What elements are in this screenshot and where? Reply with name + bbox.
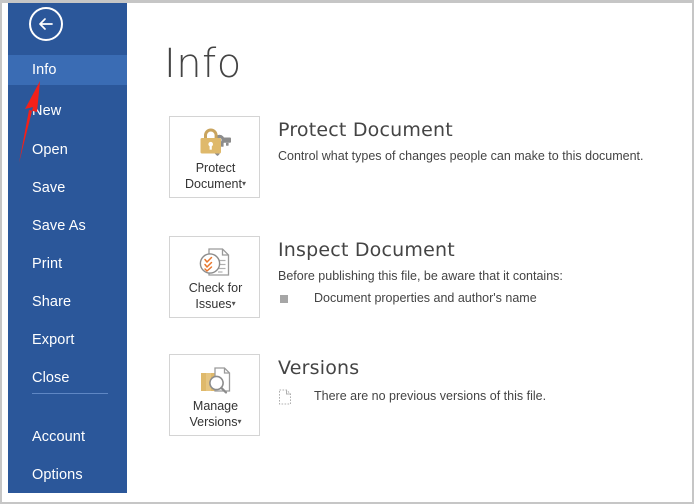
sidebar-item-open[interactable]: Open [8, 135, 127, 165]
document-stack-search-icon [170, 363, 261, 397]
versions-bullet-item: There are no previous versions of this f… [278, 388, 682, 405]
backstage-sidebar: Info New Open Save Save As Print Share E… [8, 3, 127, 493]
button-label-line2: Issues [195, 297, 232, 311]
padlock-key-icon [170, 125, 261, 159]
backstage-main-panel: Info Protect Document▾ Protect Document … [127, 3, 692, 502]
document-check-icon [170, 245, 261, 279]
sidebar-item-save[interactable]: Save [8, 173, 127, 203]
sidebar-item-label: Options [32, 467, 83, 483]
button-label-line2: Versions [189, 415, 238, 429]
section-heading: Inspect Document [278, 239, 455, 261]
backstage-window: Info New Open Save Save As Print Share E… [0, 0, 694, 504]
sidebar-item-options[interactable]: Options [8, 460, 127, 490]
protect-document-button-label: Protect Document▾ [170, 160, 261, 192]
sidebar-item-account[interactable]: Account [8, 422, 127, 452]
chevron-down-icon: ▾ [231, 299, 236, 308]
bullet-text: There are no previous versions of this f… [314, 389, 547, 403]
section-description: Control what types of changes people can… [278, 149, 644, 163]
sidebar-item-label: New [32, 103, 62, 119]
protect-document-button[interactable]: Protect Document▾ [169, 116, 260, 198]
button-label-line1: Check for [188, 281, 243, 295]
check-for-issues-button-label: Check for Issues▾ [170, 280, 261, 312]
manage-versions-button-label: Manage Versions▾ [170, 398, 261, 430]
button-label-line1: Protect [195, 161, 236, 175]
sidebar-item-save-as[interactable]: Save As [8, 211, 127, 241]
sidebar-item-close[interactable]: Close [8, 363, 127, 393]
chevron-down-icon: ▾ [237, 417, 242, 426]
document-glyph-icon [278, 389, 292, 405]
versions-text: Versions There are no previous versions … [278, 354, 682, 405]
back-button[interactable] [29, 7, 63, 41]
check-for-issues-button[interactable]: Check for Issues▾ [169, 236, 260, 318]
square-bullet-icon [280, 295, 288, 303]
section-heading: Protect Document [278, 119, 453, 141]
sidebar-item-label: Print [32, 256, 63, 272]
button-label-line1: Manage [192, 399, 239, 413]
sidebar-item-print[interactable]: Print [8, 249, 127, 279]
sidebar-item-label: Save As [32, 218, 86, 234]
sidebar-item-label: Info [32, 62, 57, 78]
sidebar-item-label: Share [32, 294, 72, 310]
button-label-line2: Document [185, 177, 242, 191]
inspect-document-text: Inspect Document Before publishing this … [278, 236, 682, 307]
sidebar-item-info[interactable]: Info [8, 55, 127, 85]
sidebar-item-share[interactable]: Share [8, 287, 127, 317]
back-arrow-icon [39, 18, 53, 30]
sidebar-divider [32, 393, 108, 394]
chevron-down-icon: ▾ [241, 179, 246, 188]
page-title: Info [164, 41, 242, 87]
sidebar-item-label: Open [32, 142, 68, 158]
sidebar-item-export[interactable]: Export [8, 325, 127, 355]
sidebar-item-label: Export [32, 332, 75, 348]
manage-versions-button[interactable]: Manage Versions▾ [169, 354, 260, 436]
protect-document-text: Protect Document Control what types of c… [278, 116, 682, 165]
sidebar-item-new[interactable]: New [8, 96, 127, 126]
bullet-text: Document properties and author's name [314, 291, 537, 305]
sidebar-item-label: Account [32, 429, 86, 445]
section-description: Before publishing this file, be aware th… [278, 269, 563, 283]
inspect-bullet-item: Document properties and author's name [278, 290, 682, 307]
sidebar-item-label: Save [32, 180, 66, 196]
section-heading: Versions [278, 357, 360, 379]
sidebar-item-label: Close [32, 370, 70, 386]
